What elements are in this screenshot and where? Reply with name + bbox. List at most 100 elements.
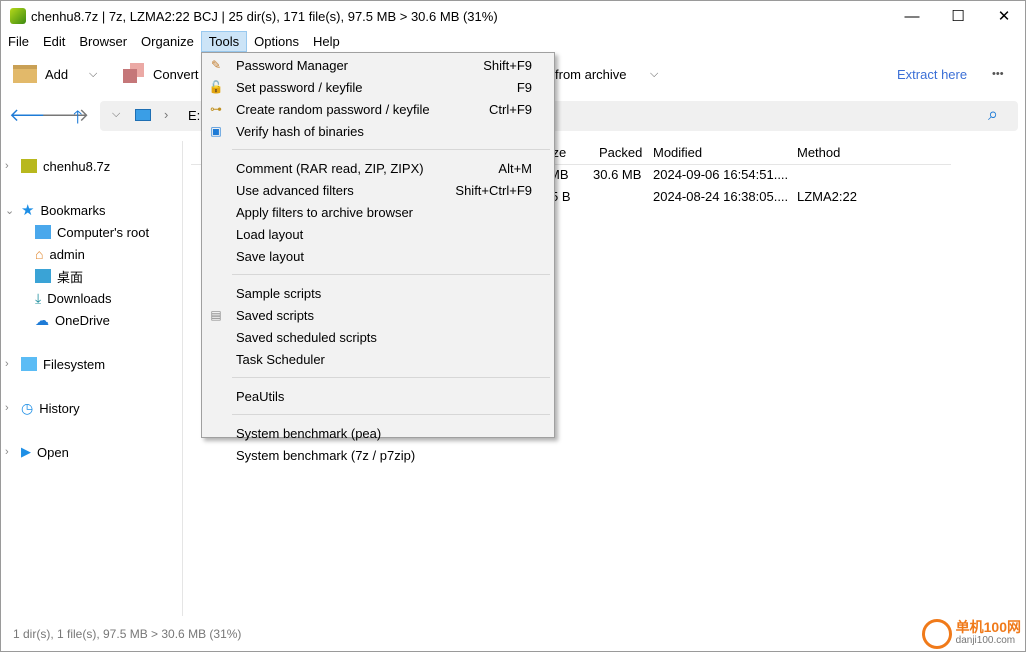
- menu-item-use-advanced-filters[interactable]: Use advanced filters Shift+Ctrl+F9: [204, 179, 552, 201]
- menu-item-apply-filters-to-archive-browser[interactable]: Apply filters to archive browser: [204, 201, 552, 223]
- sidebar-item-label: 桌面: [57, 269, 84, 285]
- menu-options[interactable]: Options: [247, 31, 306, 52]
- watermark-text: 单机100网: [955, 619, 1021, 635]
- script-icon: ▤: [210, 308, 222, 322]
- cell-method: LZMA2:22: [797, 189, 857, 204]
- menu-separator: [232, 149, 550, 150]
- menu-item-label: Saved scheduled scripts: [236, 329, 377, 345]
- sidebar-item-onedrive[interactable]: ☁ OneDrive: [35, 310, 110, 330]
- menu-item-label: System benchmark (pea): [236, 425, 382, 441]
- add-button[interactable]: Add: [13, 56, 68, 92]
- sidebar-item-filesystem[interactable]: › Filesystem: [5, 354, 105, 374]
- sidebar-item-open[interactable]: › ▶ Open: [5, 442, 69, 462]
- breadcrumb-separator-icon: ›: [164, 107, 169, 122]
- history-chevron-icon[interactable]: ⌵: [112, 108, 120, 121]
- menu-item-sample-scripts[interactable]: Sample scripts: [204, 282, 552, 304]
- menu-organize[interactable]: Organize: [134, 31, 201, 52]
- menu-item-verify-hash-of-binaries[interactable]: ▣ Verify hash of binaries: [204, 120, 552, 142]
- menu-item-save-layout[interactable]: Save layout: [204, 245, 552, 267]
- download-icon: ⤓: [35, 289, 42, 306]
- extract-here-button[interactable]: Extract here: [897, 56, 967, 92]
- cell-packed: 30.6 MB: [593, 167, 642, 182]
- up-arrow-icon[interactable]: 🡑: [73, 105, 82, 135]
- menu-help[interactable]: Help: [306, 31, 347, 52]
- menu-item-create-random-password-keyfile[interactable]: ⊶ Create random password / keyfile Ctrl+F9: [204, 98, 552, 120]
- watermark-subtext: danji100.com: [955, 635, 1016, 646]
- window-title: chenhu8.7z | 7z, LZMA2:22 BCJ | 25 dir(s…: [31, 9, 498, 24]
- sidebar-item-history[interactable]: › ◷ History: [5, 398, 80, 418]
- home-icon: ⌂: [35, 246, 44, 262]
- convert-icon: [123, 63, 145, 85]
- sidebar-item-label: chenhu8.7z: [43, 158, 111, 174]
- menu-item-load-layout[interactable]: Load layout: [204, 223, 552, 245]
- extract-from-archive-button[interactable]: from archive: [555, 56, 627, 92]
- menu-item-shortcut: Ctrl+F9: [489, 101, 532, 117]
- sidebar-item-admin[interactable]: ⌂ admin: [35, 244, 85, 264]
- menu-separator: [232, 377, 550, 378]
- menu-item-label: PeaUtils: [236, 388, 285, 404]
- menu-bar: File Edit Browser Organize Tools Options…: [1, 31, 347, 52]
- menu-item-system-benchmark-7z-p7zip[interactable]: System benchmark (7z / p7zip): [204, 444, 552, 466]
- sidebar-item-label: OneDrive: [55, 312, 110, 328]
- menu-item-label: Sample scripts: [236, 285, 322, 301]
- menu-item-comment-rar-read-zip-zipx[interactable]: Comment (RAR read, ZIP, ZIPX) Alt+M: [204, 157, 552, 179]
- menu-item-system-benchmark-pea[interactable]: System benchmark (pea): [204, 422, 552, 444]
- menu-tools[interactable]: Tools: [200, 31, 248, 52]
- path-segment[interactable]: E:: [188, 108, 200, 123]
- menu-item-saved-scheduled-scripts[interactable]: Saved scheduled scripts: [204, 326, 552, 348]
- menu-item-label: Use advanced filters: [236, 182, 354, 198]
- archive-icon: [21, 159, 37, 173]
- menu-item-label: Task Scheduler: [236, 351, 325, 367]
- sidebar-item-desktop[interactable]: 桌面: [35, 266, 83, 286]
- menu-item-peautils[interactable]: PeaUtils: [204, 385, 552, 407]
- padlock-icon: 🔓: [208, 80, 224, 94]
- maximize-button[interactable]: ☐: [935, 1, 981, 31]
- search-icon[interactable]: ⌕: [988, 104, 998, 125]
- convert-button[interactable]: Convert: [123, 56, 199, 92]
- watermark-logo: 单机100网 danji100.com: [921, 619, 1021, 649]
- add-label: Add: [45, 66, 69, 82]
- sidebar-item-archive[interactable]: › chenhu8.7z: [5, 156, 110, 176]
- app-logo-icon: [10, 8, 26, 24]
- menu-item-label: Create random password / keyfile: [236, 101, 430, 117]
- extract-dropdown-chevron-icon[interactable]: ⌵: [650, 56, 658, 92]
- menu-item-shortcut: F9: [516, 79, 532, 95]
- minimize-button[interactable]: —: [889, 1, 935, 31]
- menu-file[interactable]: File: [1, 31, 36, 52]
- menu-item-label: System benchmark (7z / p7zip): [236, 447, 416, 463]
- close-button[interactable]: ✕: [981, 1, 1026, 31]
- title-bar: chenhu8.7z | 7z, LZMA2:22 BCJ | 25 dir(s…: [1, 1, 1026, 31]
- sidebar-item-label: admin: [49, 246, 85, 262]
- menu-edit[interactable]: Edit: [36, 31, 72, 52]
- menu-item-password-manager[interactable]: ✎ Password Manager Shift+F9: [204, 54, 552, 76]
- box-icon: [13, 65, 37, 83]
- cloud-icon: ☁: [35, 311, 49, 328]
- status-bar: 1 dir(s), 1 file(s), 97.5 MB > 30.6 MB (…: [13, 627, 242, 641]
- key-icon: ⊶: [210, 102, 222, 116]
- more-options-button[interactable]: •••: [992, 56, 1004, 92]
- menu-separator: [232, 414, 550, 415]
- desktop-icon: [35, 269, 51, 283]
- sidebar-item-computers-root[interactable]: Computer's root: [35, 222, 149, 242]
- monitor-icon: [35, 225, 51, 239]
- menu-item-saved-scripts[interactable]: ▤ Saved scripts: [204, 304, 552, 326]
- menu-browser[interactable]: Browser: [72, 31, 134, 52]
- sidebar-item-label: Open: [37, 444, 69, 460]
- menu-item-set-password-keyfile[interactable]: 🔓 Set password / keyfile F9: [204, 76, 552, 98]
- menu-item-shortcut: Shift+F9: [483, 57, 532, 73]
- menu-item-shortcut: Alt+M: [498, 160, 532, 176]
- add-dropdown-chevron-icon[interactable]: ⌵: [89, 56, 97, 92]
- menu-item-label: Saved scripts: [236, 307, 315, 323]
- sidebar-item-label: History: [39, 400, 80, 416]
- play-icon: ▶: [21, 444, 31, 459]
- sidebar-item-downloads[interactable]: ⤓ Downloads: [35, 288, 112, 308]
- star-icon: ★: [21, 202, 35, 219]
- cell-modified: 2024-08-24 16:38:05....: [653, 189, 789, 204]
- sidebar-item-label: Bookmarks: [40, 202, 106, 218]
- menu-item-label: Apply filters to archive browser: [236, 204, 414, 220]
- hash-window-icon: ▣: [210, 124, 222, 138]
- menu-item-task-scheduler[interactable]: Task Scheduler: [204, 348, 552, 370]
- sidebar-item-bookmarks[interactable]: ⌄ ★ Bookmarks: [5, 200, 105, 220]
- sidebar-item-label: Computer's root: [57, 224, 150, 240]
- menu-item-label: Password Manager: [236, 57, 348, 73]
